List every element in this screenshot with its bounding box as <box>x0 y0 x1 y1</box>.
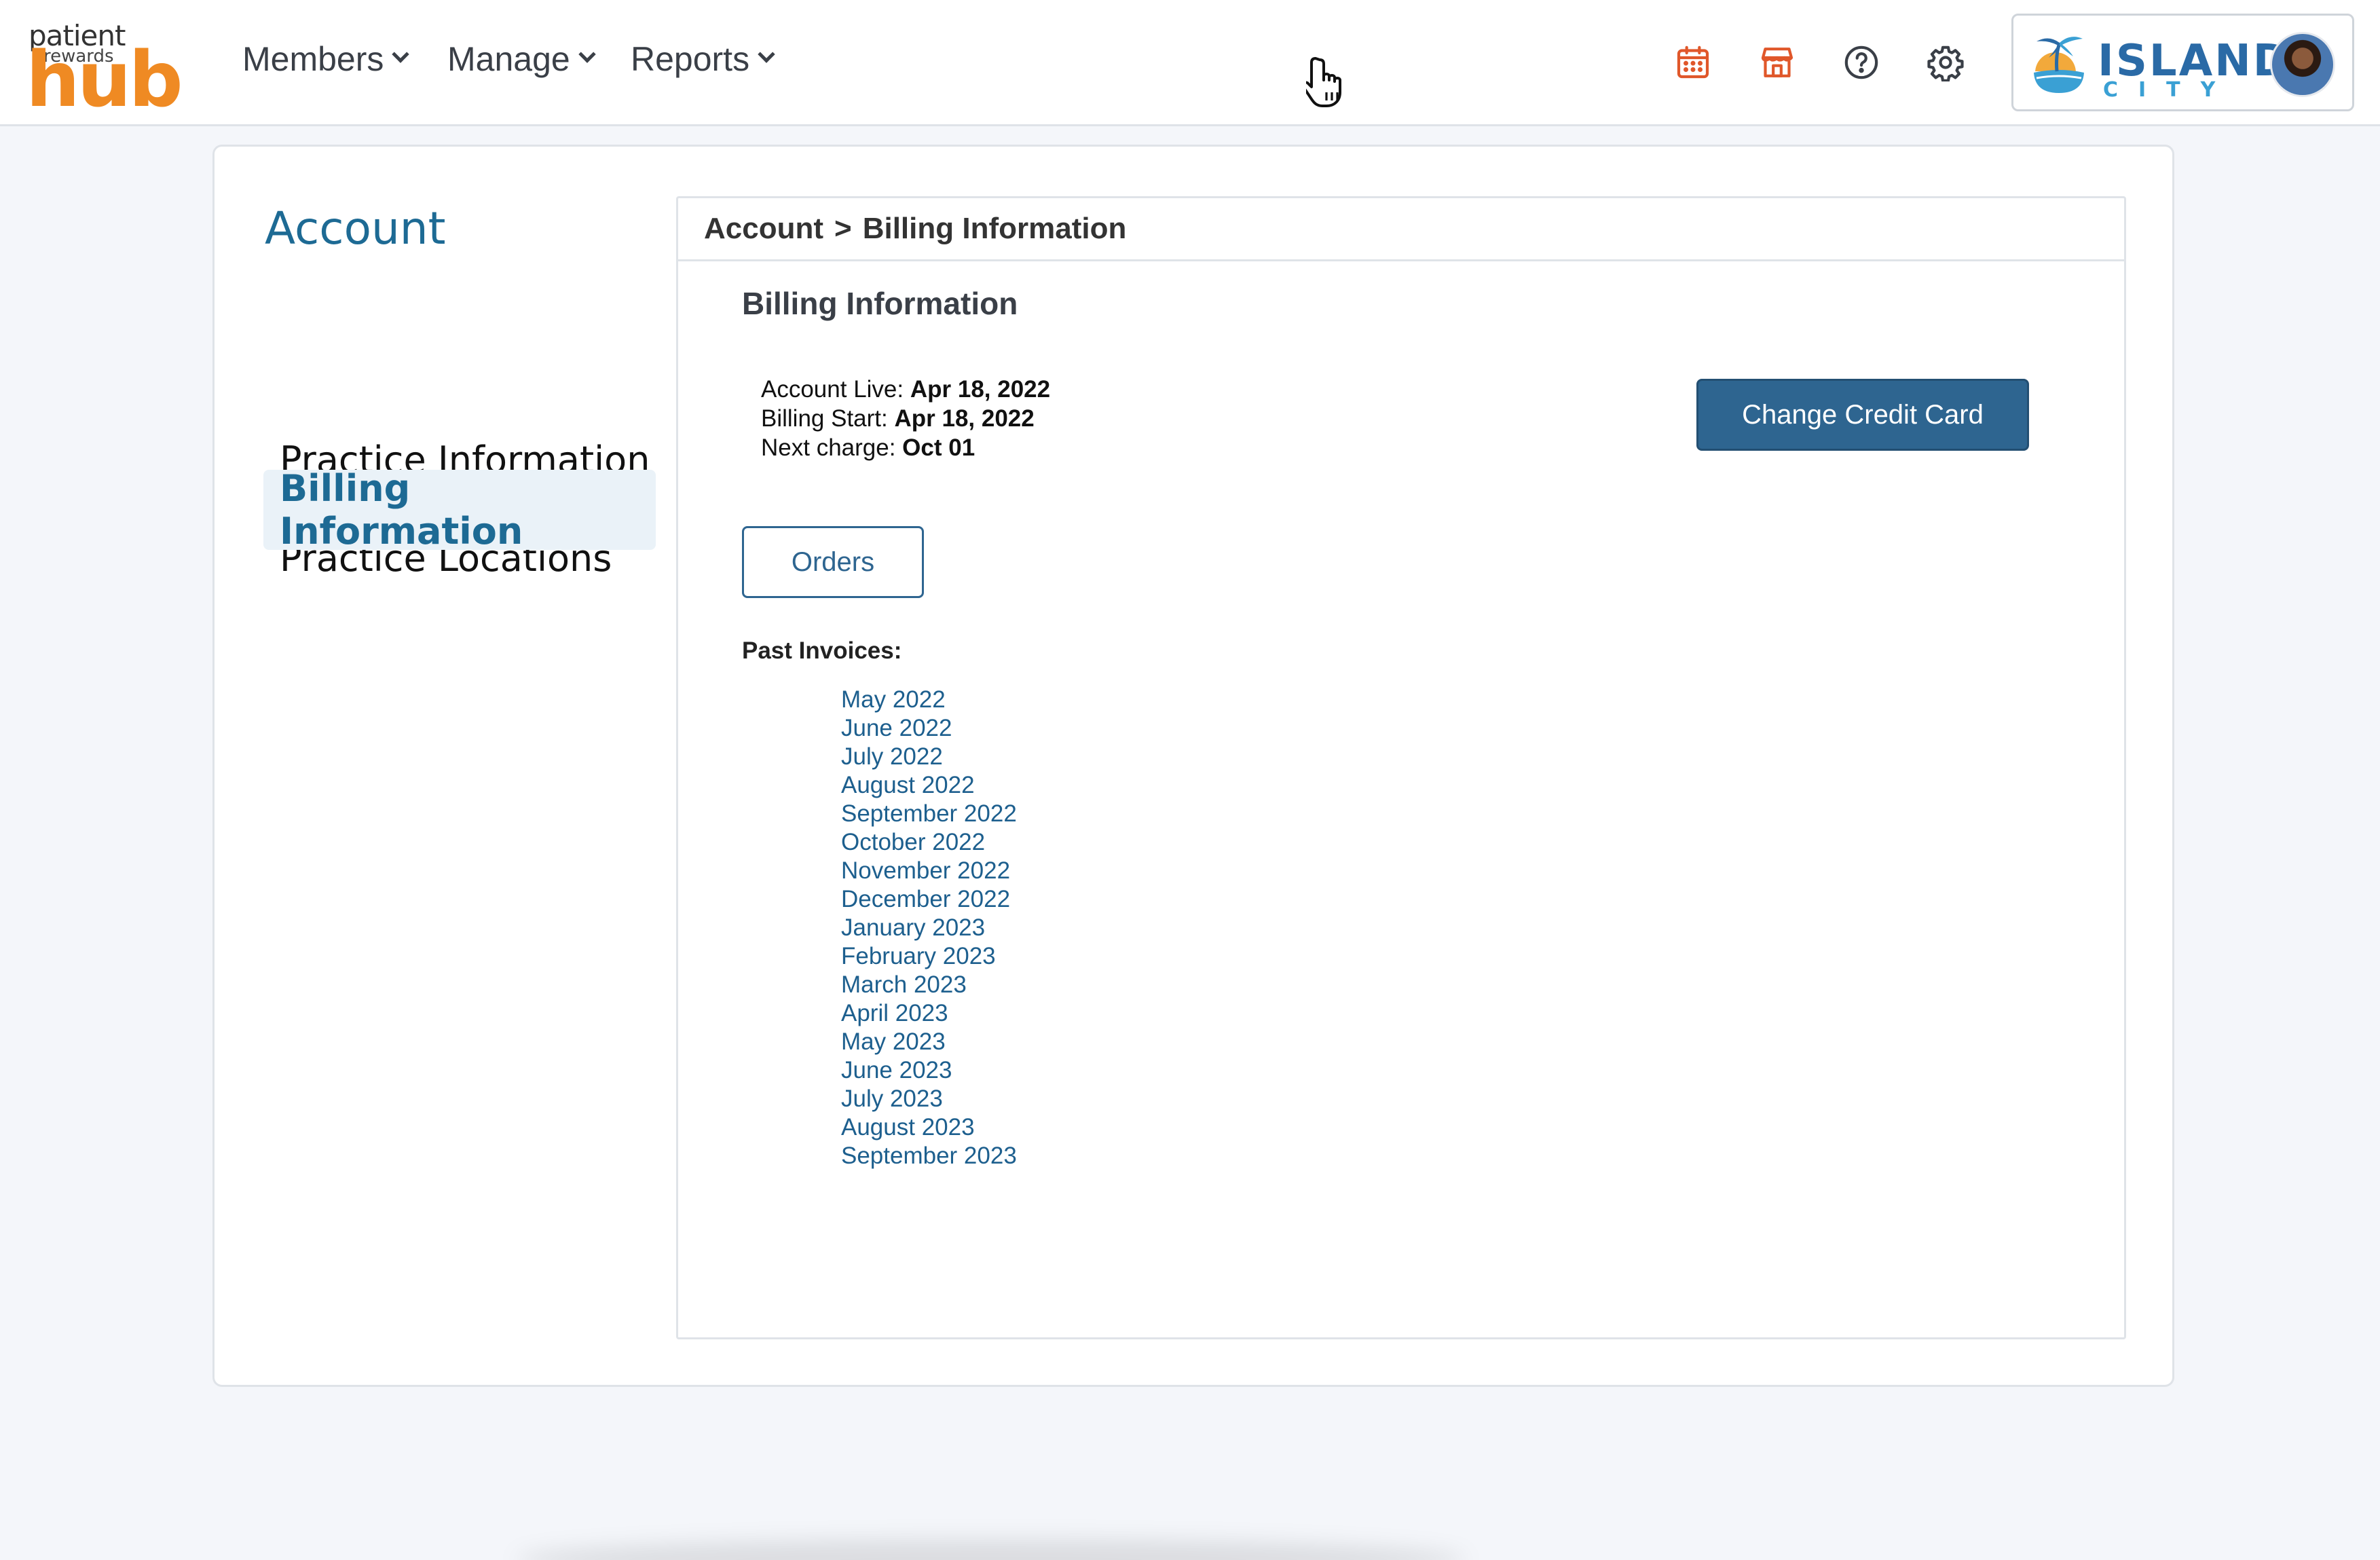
nav-members[interactable]: Members <box>242 39 410 79</box>
top-navbar: patient rewards hub Members Manage Repor… <box>0 0 2380 126</box>
invoice-link[interactable]: July 2023 <box>841 1085 1017 1113</box>
bottom-shadow <box>516 1540 1466 1560</box>
breadcrumb-current: Billing Information <box>862 212 1127 245</box>
invoice-link[interactable]: December 2022 <box>841 885 1017 914</box>
nav-reports-label: Reports <box>631 40 750 78</box>
invoice-link[interactable]: September 2022 <box>841 800 1017 828</box>
invoice-link[interactable]: January 2023 <box>841 914 1017 942</box>
chevron-down-icon <box>392 45 410 63</box>
nav-members-label: Members <box>242 40 384 78</box>
account-live-row: Account Live: Apr 18, 2022 <box>761 375 1050 404</box>
next-charge-value: Oct 01 <box>902 434 975 461</box>
sidebar-title: Account <box>265 202 446 255</box>
calendar-icon[interactable] <box>1674 43 1712 81</box>
next-charge-label: Next charge: <box>761 434 896 461</box>
billing-start-label: Billing Start: <box>761 405 888 432</box>
invoice-link[interactable]: June 2022 <box>841 714 1017 743</box>
patient-rewards-hub-logo[interactable]: patient rewards hub <box>26 19 183 118</box>
invoice-link[interactable]: July 2022 <box>841 743 1017 771</box>
invoice-link[interactable]: August 2023 <box>841 1113 1017 1142</box>
nav-manage[interactable]: Manage <box>447 39 596 79</box>
chevron-down-icon <box>578 45 596 63</box>
invoice-link[interactable]: September 2023 <box>841 1142 1017 1170</box>
past-invoices-label: Past Invoices: <box>742 637 902 664</box>
billing-panel: Account > Billing Information Billing In… <box>676 196 2126 1339</box>
island-city-logo <box>2028 37 2089 96</box>
invoice-link[interactable]: March 2023 <box>841 971 1017 999</box>
breadcrumb-separator: > <box>834 212 852 245</box>
nav-reports[interactable]: Reports <box>631 39 775 79</box>
next-charge-row: Next charge: Oct 01 <box>761 433 1050 462</box>
nav-manage-label: Manage <box>447 40 570 78</box>
brand-name-line-2: CITY <box>2103 78 2236 102</box>
breadcrumb: Account > Billing Information <box>678 198 2124 261</box>
breadcrumb-parent[interactable]: Account <box>704 212 823 246</box>
invoice-link[interactable]: November 2022 <box>841 857 1017 885</box>
gear-icon[interactable] <box>1927 43 1965 82</box>
invoice-link[interactable]: June 2023 <box>841 1056 1017 1085</box>
practice-switcher[interactable]: ISLAND CITY <box>2011 14 2354 111</box>
invoice-link[interactable]: August 2022 <box>841 771 1017 800</box>
section-title: Billing Information <box>742 286 1018 321</box>
sidebar-item-label: Billing Information <box>280 467 523 553</box>
billing-start-row: Billing Start: Apr 18, 2022 <box>761 404 1050 433</box>
invoice-link[interactable]: May 2023 <box>841 1028 1017 1056</box>
store-icon[interactable] <box>1758 43 1796 81</box>
past-invoices-list: May 2022 June 2022 July 2022 August 2022 Sep… <box>841 686 1017 1170</box>
invoice-link[interactable]: February 2023 <box>841 942 1017 971</box>
chevron-down-icon <box>758 45 775 63</box>
account-card: Account Practice Information Practice Lo… <box>212 145 2174 1387</box>
account-live-value: Apr 18, 2022 <box>910 376 1051 403</box>
invoice-link[interactable]: April 2023 <box>841 999 1017 1028</box>
logo-line-3: hub <box>26 36 183 124</box>
user-avatar[interactable] <box>2270 32 2335 97</box>
invoice-link[interactable]: May 2022 <box>841 686 1017 714</box>
invoice-link[interactable]: October 2022 <box>841 828 1017 857</box>
help-icon[interactable] <box>1842 43 1880 81</box>
hand-pointer-cursor-icon <box>1306 57 1341 107</box>
orders-button[interactable]: Orders <box>742 526 924 598</box>
billing-start-value: Apr 18, 2022 <box>894 405 1035 432</box>
account-live-label: Account Live: <box>761 376 904 403</box>
sidebar-item-billing-information[interactable]: Billing Information <box>263 467 656 553</box>
change-credit-card-button[interactable]: Change Credit Card <box>1696 379 2029 451</box>
billing-dates: Account Live: Apr 18, 2022 Billing Start… <box>761 375 1050 462</box>
